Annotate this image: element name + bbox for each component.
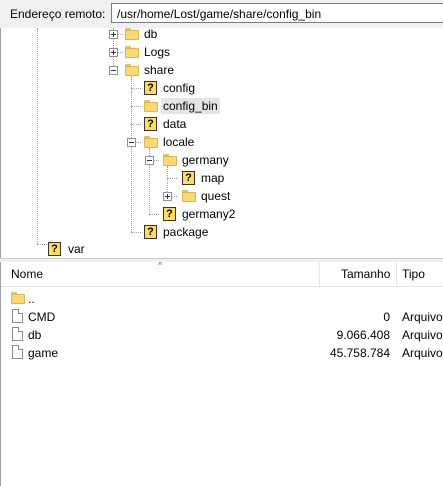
tree-node-label: germany bbox=[182, 153, 229, 167]
file-size: 9.066.408 bbox=[336, 328, 390, 342]
column-separator[interactable] bbox=[319, 262, 320, 286]
tree-guide-line bbox=[149, 214, 159, 215]
file-size: 0 bbox=[383, 310, 390, 324]
folder-icon bbox=[144, 100, 158, 112]
file-icon bbox=[12, 345, 23, 359]
tree-guide-line bbox=[131, 106, 141, 107]
folder-icon bbox=[11, 292, 25, 304]
file-type: Arquivo bbox=[402, 346, 443, 360]
file-name: game bbox=[28, 346, 59, 360]
unknown-type-icon: ? bbox=[144, 117, 157, 131]
collapse-icon[interactable] bbox=[145, 156, 154, 165]
file-row-db[interactable]: db 9.066.408 Arquivo bbox=[1, 326, 443, 344]
tree-node-label: locale bbox=[163, 135, 195, 149]
remote-directory-tree[interactable]: db Logs share ? config config_bin ? data… bbox=[0, 28, 443, 258]
file-name: CMD bbox=[28, 310, 56, 324]
folder-icon bbox=[125, 46, 139, 58]
folder-icon bbox=[125, 64, 139, 76]
remote-file-list[interactable]: ^ Nome Tamanho Tipo .. CMD 0 Arquivo db … bbox=[0, 262, 443, 486]
unknown-type-icon: ? bbox=[163, 207, 176, 221]
column-separator[interactable] bbox=[396, 262, 397, 286]
sort-ascending-icon: ^ bbox=[158, 262, 163, 270]
tree-node-label: var bbox=[68, 242, 85, 256]
tree-node-label: germany2 bbox=[182, 207, 236, 221]
tree-guide-line bbox=[37, 28, 38, 244]
column-header-type[interactable]: Tipo bbox=[402, 262, 425, 286]
column-header-size[interactable]: Tamanho bbox=[341, 262, 390, 286]
file-type: Arquivo bbox=[402, 310, 443, 324]
folder-icon bbox=[182, 190, 196, 202]
tree-node-label: config_bin bbox=[161, 98, 220, 114]
file-name: .. bbox=[28, 292, 35, 306]
expand-icon[interactable] bbox=[109, 30, 118, 39]
file-icon bbox=[12, 309, 23, 323]
unknown-type-icon: ? bbox=[48, 242, 61, 256]
remote-address-input[interactable]: /usr/home/Lost/game/share/config_bin bbox=[111, 3, 443, 23]
folder-icon bbox=[144, 136, 158, 148]
tree-node-label: package bbox=[163, 225, 209, 239]
unknown-type-icon: ? bbox=[144, 81, 157, 95]
file-type: Arquivo bbox=[402, 328, 443, 342]
tree-node-label: config bbox=[163, 81, 196, 95]
unknown-type-icon: ? bbox=[182, 171, 195, 185]
file-row-game[interactable]: game 45.758.784 Arquivo bbox=[1, 344, 443, 362]
tree-node-label: quest bbox=[201, 189, 231, 203]
file-name: db bbox=[28, 328, 42, 342]
tree-guide-line bbox=[37, 244, 47, 245]
tree-guide-line bbox=[131, 124, 141, 125]
tree-guide-line bbox=[131, 76, 132, 232]
remote-address-label: Endereço remoto: bbox=[10, 7, 106, 21]
folder-icon bbox=[163, 154, 177, 166]
tree-node-label: map bbox=[201, 171, 225, 185]
tree-guide-line bbox=[131, 232, 141, 233]
file-row-cmd[interactable]: CMD 0 Arquivo bbox=[1, 308, 443, 326]
collapse-icon[interactable] bbox=[127, 138, 136, 147]
file-list-header: ^ Nome Tamanho Tipo bbox=[1, 262, 443, 287]
column-header-name[interactable]: Nome bbox=[11, 262, 43, 286]
expand-icon[interactable] bbox=[109, 48, 118, 57]
collapse-icon[interactable] bbox=[109, 66, 118, 75]
unknown-type-icon: ? bbox=[144, 225, 157, 239]
tree-node-label: data bbox=[163, 117, 187, 131]
file-icon bbox=[12, 327, 23, 341]
tree-node-label: share bbox=[144, 63, 175, 77]
tree-guide-line bbox=[131, 88, 141, 89]
tree-node-label: db bbox=[144, 28, 158, 41]
file-row-parent[interactable]: .. bbox=[1, 290, 443, 308]
remote-address-bar: Endereço remoto: /usr/home/Lost/game/sha… bbox=[0, 0, 443, 28]
folder-icon bbox=[125, 28, 139, 40]
file-size: 45.758.784 bbox=[329, 346, 390, 360]
tree-node-label: Logs bbox=[144, 45, 171, 59]
tree-guide-line bbox=[167, 178, 177, 179]
expand-icon[interactable] bbox=[163, 192, 172, 201]
